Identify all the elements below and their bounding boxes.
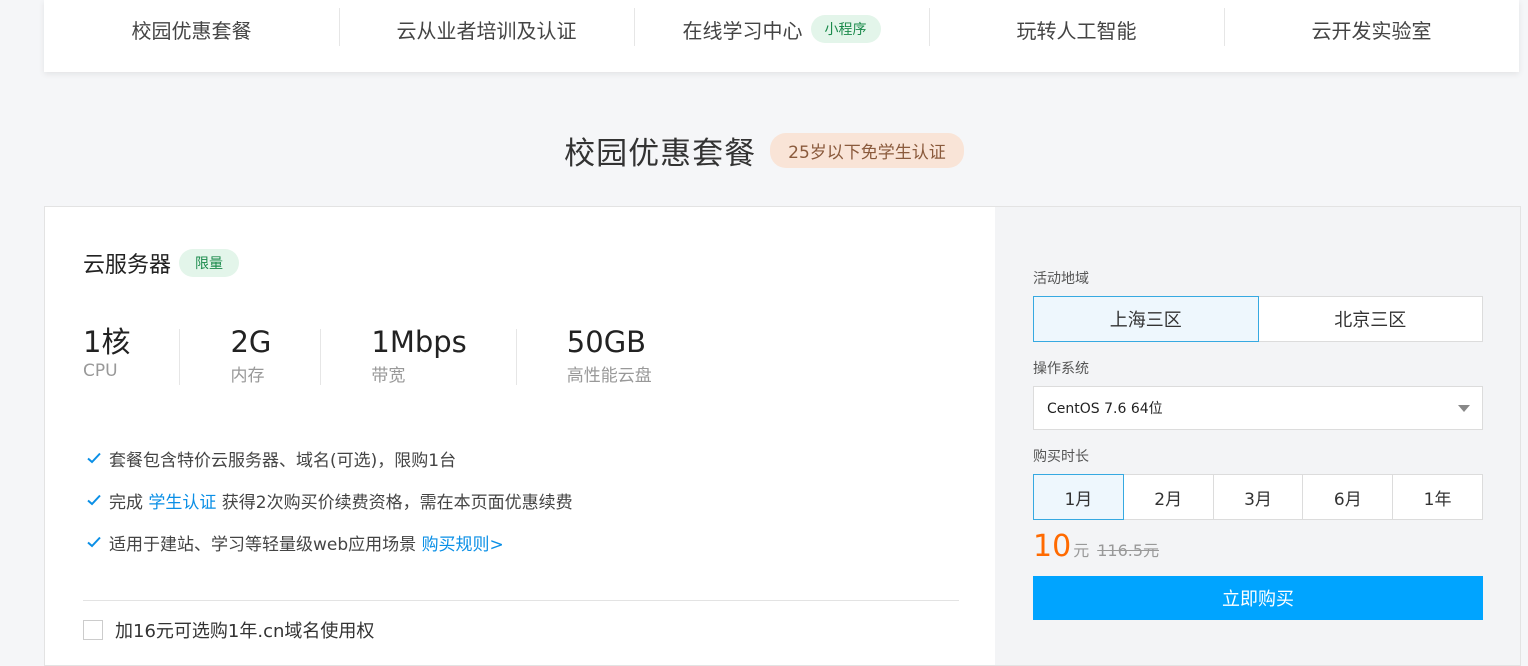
feature-text: 完成 (109, 492, 149, 513)
spec-label: 高性能云盘 (566, 366, 652, 386)
product-name: 云服务器 (83, 253, 172, 278)
nav-item-learning-center[interactable]: 在线学习中心 小程序 (634, 0, 929, 58)
nav-item-label: 在线学习中心 (682, 18, 803, 43)
spec-label: 内存 (230, 366, 265, 386)
nav-item-label: 云开发实验室 (1311, 18, 1432, 43)
feature-item: 套餐包含特价云服务器、域名(可选)，限购1台 (85, 437, 573, 479)
order-panel: 活动地域 上海三区 北京三区 操作系统 CentOS 7.6 64位 购买时长 … (995, 207, 1520, 665)
nav-item-label: 玩转人工智能 (1016, 18, 1137, 43)
spec-value: 50GB (566, 325, 647, 359)
duration-option-3m[interactable]: 3月 (1213, 474, 1304, 520)
product-title: 云服务器 限量 (83, 247, 240, 279)
top-nav: 校园优惠套餐 云从业者培训及认证 在线学习中心 小程序 玩转人工智能 云开发实验… (44, 0, 1519, 72)
price: 10 元 116.5元 (1033, 529, 1159, 564)
feature-text: 套餐包含特价云服务器、域名(可选)，限购1台 (109, 450, 457, 471)
check-icon (87, 494, 101, 506)
feature-text: 适用于建站、学习等轻量级web应用场景 (109, 534, 422, 555)
spec-memory: 2G 内存 (230, 325, 322, 386)
duration-option-1y[interactable]: 1年 (1393, 474, 1483, 520)
nav-item-campus[interactable]: 校园优惠套餐 (44, 0, 339, 58)
section-header: 校园优惠套餐 25岁以下免学生认证 (0, 128, 1528, 173)
buy-now-button[interactable]: 立即购买 (1033, 576, 1483, 620)
spec-bandwidth: 1Mbps 带宽 (371, 325, 518, 386)
nav-item-dev-lab[interactable]: 云开发实验室 (1224, 0, 1519, 58)
region-option-shanghai[interactable]: 上海三区 (1033, 296, 1259, 342)
duration-option-1m[interactable]: 1月 (1033, 474, 1124, 520)
spec-value: 1核 (83, 325, 131, 359)
duration-option-6m[interactable]: 6月 (1303, 474, 1394, 520)
nav-item-ai[interactable]: 玩转人工智能 (929, 0, 1224, 58)
feature-item: 适用于建站、学习等轻量级web应用场景 购买规则> (85, 521, 573, 563)
spec-value: 2G (230, 325, 272, 359)
check-icon (87, 536, 101, 548)
spec-list: 1核 CPU 2G 内存 1Mbps 带宽 50GB 高性能云盘 (83, 325, 752, 386)
student-badge: 25岁以下免学生认证 (770, 133, 964, 168)
check-icon (87, 452, 101, 464)
limited-badge: 限量 (179, 249, 240, 277)
product-info: 云服务器 限量 1核 CPU 2G 内存 1Mbps 带宽 50GB 高性能云盘 (45, 207, 995, 665)
student-auth-link[interactable]: 学生认证 (148, 488, 216, 513)
domain-addon-checkbox[interactable] (83, 620, 103, 640)
spec-label: CPU (83, 361, 118, 381)
domain-addon: 加16元可选购1年.cn域名使用权 (83, 617, 374, 643)
domain-addon-label: 加16元可选购1年.cn域名使用权 (115, 621, 375, 642)
spec-cpu: 1核 CPU (83, 325, 181, 386)
price-current: 10 (1033, 529, 1072, 564)
feature-item: 完成 学生认证 获得2次购买价续费资格，需在本页面优惠续费 (85, 479, 573, 521)
duration-label: 购买时长 (1033, 449, 1089, 465)
purchase-rules-link[interactable]: 购买规则> (422, 530, 504, 555)
nav-item-label: 校园优惠套餐 (131, 18, 252, 43)
spec-label: 带宽 (371, 366, 406, 386)
feature-text: 获得2次购买价续费资格，需在本页面优惠续费 (216, 492, 573, 513)
divider (83, 600, 959, 601)
os-select[interactable]: CentOS 7.6 64位 (1033, 386, 1483, 430)
duration-option-2m[interactable]: 2月 (1123, 474, 1214, 520)
os-select-value: CentOS 7.6 64位 (1047, 401, 1163, 417)
caret-down-icon (1458, 405, 1470, 412)
spec-disk: 50GB 高性能云盘 (567, 325, 702, 386)
nav-item-training[interactable]: 云从业者培训及认证 (339, 0, 634, 58)
mini-program-badge: 小程序 (810, 15, 881, 43)
os-label: 操作系统 (1033, 361, 1089, 377)
region-option-beijing[interactable]: 北京三区 (1258, 296, 1483, 342)
region-selector: 上海三区 北京三区 (1033, 296, 1483, 342)
feature-list: 套餐包含特价云服务器、域名(可选)，限购1台 完成 学生认证 获得2次购买价续费… (85, 437, 573, 563)
price-unit: 元 (1073, 541, 1090, 560)
duration-selector: 1月 2月 3月 6月 1年 (1033, 474, 1483, 520)
product-card: 云服务器 限量 1核 CPU 2G 内存 1Mbps 带宽 50GB 高性能云盘 (44, 206, 1521, 666)
nav-item-label: 云从业者培训及认证 (396, 18, 577, 43)
region-label: 活动地域 (1033, 271, 1089, 287)
spec-value: 1Mbps (371, 325, 467, 359)
section-title: 校园优惠套餐 (564, 136, 757, 172)
price-original: 116.5元 (1097, 541, 1160, 560)
